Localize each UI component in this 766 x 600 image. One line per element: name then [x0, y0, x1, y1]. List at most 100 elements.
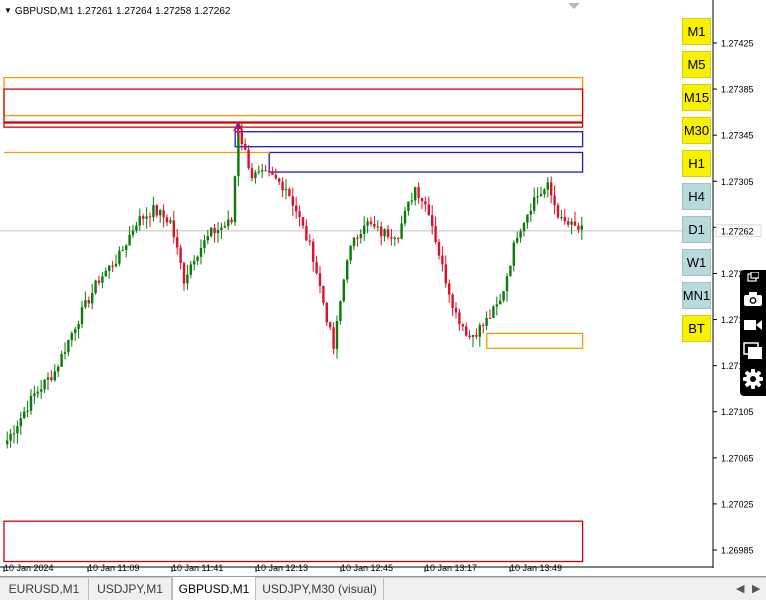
candle-body: [312, 241, 315, 262]
candle-body: [335, 321, 339, 349]
candle-body: [148, 216, 152, 218]
candle-body: [485, 317, 488, 326]
timeframe-button-h4[interactable]: H4: [682, 183, 711, 210]
close-price: 1.27262: [194, 5, 231, 17]
candle-body: [519, 231, 522, 238]
candle-body: [556, 205, 560, 218]
candle-body: [131, 230, 135, 235]
timeframe-button-w1[interactable]: W1: [682, 249, 711, 276]
price-chart[interactable]: 1.274251.273851.273451.273051.272651.272…: [0, 0, 766, 577]
candle-body: [322, 285, 325, 303]
candle-body: [213, 227, 216, 234]
candle-body: [91, 293, 94, 304]
timeframe-button-d1[interactable]: D1: [682, 216, 711, 243]
price-tick-label: 1.27345: [721, 131, 754, 141]
candle-body: [529, 210, 532, 215]
candle-body: [80, 307, 84, 324]
time-tick-label: 10 Jan 11:09: [88, 563, 139, 573]
candle-body: [152, 205, 155, 218]
candle-body: [366, 221, 369, 226]
candle-body: [223, 226, 226, 228]
triangle-down-icon[interactable]: ▼: [4, 6, 12, 16]
candle-body: [431, 215, 434, 227]
price-tick-label: 1.27025: [721, 499, 754, 509]
candle-body: [278, 178, 281, 182]
chart-shift-marker[interactable]: [568, 3, 580, 9]
candle-body: [206, 236, 209, 241]
candle-body: [560, 217, 563, 219]
marker-dot: [236, 124, 241, 130]
tab-gbpusd-m1[interactable]: GBPUSD,M1: [172, 577, 256, 600]
candle-body: [74, 329, 77, 334]
chart-tab-bar: EURUSD,M1 USDJPY,M1 GBPUSD,M1 USDJPY,M30…: [0, 577, 766, 600]
tab-scroll-left-icon[interactable]: ◀: [736, 582, 744, 595]
candle-body: [329, 322, 332, 328]
candle-body: [189, 264, 192, 275]
camera-icon[interactable]: [740, 286, 766, 312]
candle-body: [533, 197, 536, 211]
high-price: 1.27264: [115, 5, 153, 17]
price-tick-label: 1.27425: [721, 39, 754, 49]
timeframe-button-h1[interactable]: H1: [682, 150, 711, 177]
screenshot-icon[interactable]: [740, 270, 766, 284]
timeframe-button-m30[interactable]: M30: [682, 117, 711, 144]
candle-body: [563, 217, 566, 222]
candle-body: [420, 197, 424, 202]
time-tick-label: 10 Jan 12:13: [256, 563, 308, 573]
timeframe-button-m5[interactable]: M5: [682, 51, 711, 78]
candle-body: [352, 237, 356, 246]
candle-body: [274, 174, 277, 179]
chart-window[interactable]: 1.274251.273851.273451.273051.272651.272…: [0, 0, 766, 577]
candle-body: [104, 270, 107, 277]
windows-icon[interactable]: [740, 338, 766, 364]
time-tick-label: 10 Jan 13:49: [510, 563, 562, 573]
candle-body: [118, 250, 121, 264]
video-icon[interactable]: [740, 312, 766, 338]
zone-rect-2: [234, 131, 584, 148]
candle-body: [179, 247, 182, 264]
candle-body: [12, 433, 16, 435]
candle-body: [6, 440, 9, 445]
tab-usdjpy-m1[interactable]: USDJPY,M1: [89, 578, 172, 600]
candle-body: [114, 263, 118, 267]
axis-layer: 1.274251.273851.273451.273051.272651.272…: [0, 0, 762, 573]
candle-body: [40, 389, 43, 392]
candle-body: [539, 194, 543, 197]
candle-body: [502, 291, 505, 301]
candle-body: [356, 237, 359, 239]
candle-body: [543, 189, 546, 195]
candle-body: [230, 219, 233, 223]
low-price: 1.27258: [155, 5, 192, 17]
candle-body: [237, 132, 240, 177]
tab-scroll-right-icon[interactable]: ▶: [752, 582, 760, 595]
candle-body: [526, 214, 529, 223]
candle-body: [111, 265, 114, 267]
price-tick-label: 1.27065: [721, 453, 754, 463]
candle-body: [97, 280, 101, 283]
tool-panel: [740, 270, 766, 396]
zone-rect-5: [3, 520, 584, 563]
tab-eurusd-m1[interactable]: EURUSD,M1: [0, 578, 89, 600]
gear-icon[interactable]: [740, 366, 766, 392]
tab-usdjpy-m30-visual[interactable]: USDJPY,M30 (visual): [256, 578, 384, 600]
candle-body: [298, 211, 301, 218]
timeframe-button-bt[interactable]: BT: [682, 315, 711, 342]
candle-body: [373, 223, 376, 227]
candle-body: [383, 229, 386, 237]
candle-body: [36, 391, 39, 394]
timeframe-button-mn1[interactable]: MN1: [682, 282, 711, 309]
candle-body: [478, 325, 481, 337]
candle-body: [19, 418, 22, 427]
time-tick-label: 10 Jan 12:45: [341, 563, 393, 573]
candle-body: [553, 195, 556, 206]
candle-body: [339, 301, 342, 322]
time-tick-label: 10 Jan 11:41: [172, 563, 223, 573]
candle-body: [284, 189, 288, 191]
symbol-name: GBPUSD,M1: [14, 5, 74, 17]
candle-body: [448, 283, 451, 295]
candle-body: [369, 221, 373, 224]
candle-body: [227, 219, 230, 227]
timeframe-button-m1[interactable]: M1: [682, 18, 711, 45]
timeframe-button-m15[interactable]: M15: [682, 84, 711, 111]
candle-body: [176, 237, 179, 248]
